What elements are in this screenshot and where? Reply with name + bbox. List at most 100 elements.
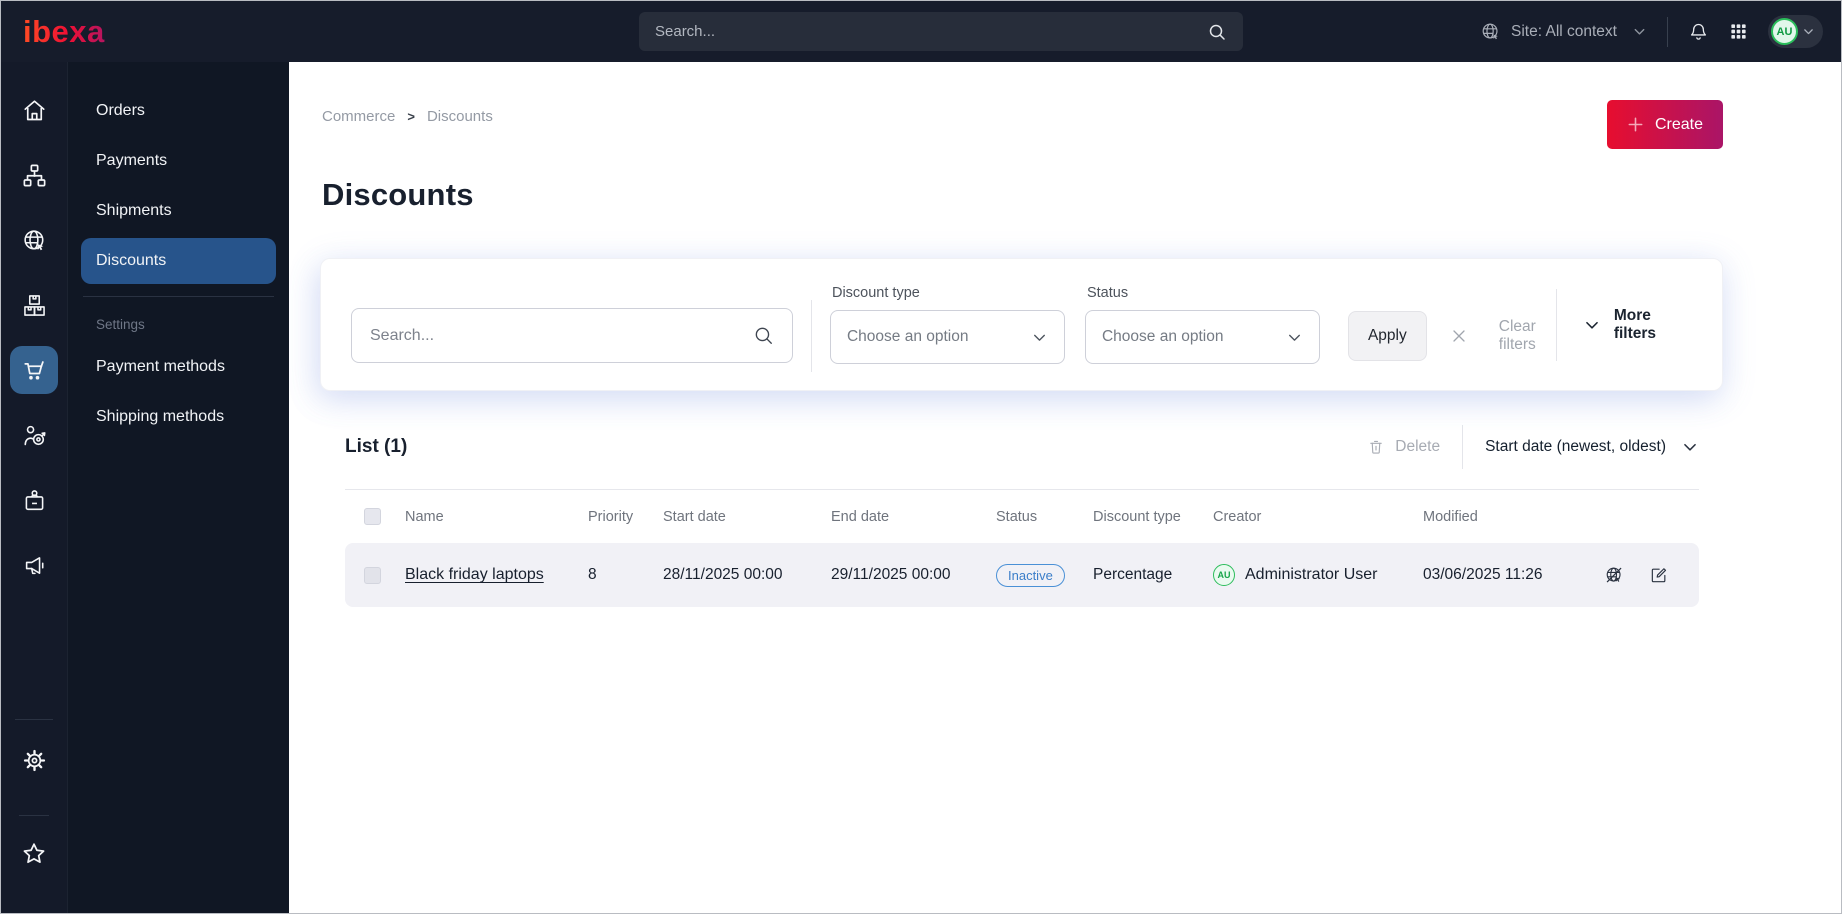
search-icon [1207,22,1227,42]
discounts-table: Name Priority Start date End date Status… [345,489,1699,607]
status-select[interactable]: Choose an option [1084,310,1320,364]
menu-divider [83,296,274,297]
apply-button[interactable]: Apply [1347,310,1427,361]
row-checkbox[interactable] [364,566,381,584]
column-status: Status [996,508,1038,525]
status-label: Status [1086,285,1129,301]
menu-item-discounts[interactable]: Discounts [81,238,276,284]
site-preview-disabled-icon[interactable] [1604,565,1625,586]
creator-name: Administrator User [1245,566,1378,583]
list-header: List (1) Delete Start date (newest, olde… [345,425,1699,469]
app-window: ibexa Search... Site: All context AU Ord… [0,0,1842,914]
rail-item-site[interactable] [10,216,58,264]
rail-item-commerce[interactable] [10,346,58,394]
column-end-date: End date [831,508,890,525]
site-context-selector[interactable]: Site: All context [1480,21,1647,43]
chevron-down-icon [1802,25,1815,38]
breadcrumb-separator: > [407,109,415,124]
edit-icon[interactable] [1649,565,1669,585]
chevron-down-icon [1632,24,1647,39]
marketing-megaphone-icon [21,552,48,579]
column-creator: Creator [1213,508,1262,525]
menu-section-label: Settings [96,317,145,332]
apps-grid-button[interactable] [1729,22,1748,41]
cell-modified: 03/06/2025 11:26 [1423,566,1543,583]
column-name: Name [405,508,444,525]
column-discount-type: Discount type [1093,508,1181,525]
rail-item-bookmarks[interactable] [10,830,58,878]
chevron-down-icon [1031,329,1048,346]
globe-cursor-icon [1480,21,1502,43]
discount-type-label: Discount type [831,285,920,301]
rail-item-dashboard[interactable] [10,86,58,134]
menu-item-shipping-methods[interactable]: Shipping methods [81,394,276,440]
close-icon [1451,328,1467,344]
filter-divider [810,299,812,372]
search-icon [753,325,774,346]
breadcrumb: Commerce > Discounts [322,100,493,125]
main-content: Commerce > Discounts Create Discounts Se… [289,62,1841,913]
global-search-input[interactable]: Search... [639,12,1243,51]
notifications-button[interactable] [1688,21,1709,42]
admin-badge-icon [21,487,48,514]
status-badge: Inactive [996,563,1065,587]
commerce-cart-icon [20,356,48,384]
rail-item-content[interactable] [10,151,58,199]
personalization-target-icon [21,422,48,449]
menu-item-orders[interactable]: Orders [81,88,276,134]
menu-item-shipments[interactable]: Shipments [81,188,276,234]
discount-type-select[interactable]: Choose an option [829,310,1065,364]
chevron-down-icon [1583,316,1601,334]
creator-avatar: AU [1213,564,1235,586]
page-title: Discounts [322,177,474,212]
more-filters-label: More filters [1613,306,1657,342]
ibexa-logo[interactable]: ibexa [23,16,105,47]
list-title: List (1) [345,436,408,457]
home-icon [21,97,48,124]
breadcrumb-discounts[interactable]: Discounts [427,108,493,125]
topbar-right: Site: All context AU [1480,15,1841,48]
delete-button[interactable]: Delete [1367,438,1440,456]
discount-name-link[interactable]: Black friday laptops [405,566,544,583]
settings-gear-icon [21,747,48,774]
menu-item-payment-methods[interactable]: Payment methods [81,344,276,390]
commerce-menu: Orders Payments Shipments Discounts Sett… [67,62,289,913]
sort-label: Start date (newest, oldest) [1485,438,1666,455]
bell-icon [1688,21,1709,42]
topbar: ibexa Search... Site: All context AU [1,1,1841,62]
site-context-label: Site: All context [1511,22,1617,40]
content-tree-icon [21,162,48,189]
menu-item-payments[interactable]: Payments [81,138,276,184]
breadcrumb-commerce[interactable]: Commerce [322,108,395,125]
rail-item-admin[interactable] [10,476,58,524]
more-filters-button[interactable]: More filters [1555,288,1696,361]
rail-item-products[interactable] [10,281,58,329]
column-start-date: Start date [663,508,726,525]
status-value: Choose an option [1101,328,1224,345]
topbar-divider [1667,16,1668,47]
bookmarks-star-icon [20,840,48,868]
select-all-checkbox[interactable] [364,508,381,525]
list-header-divider [1462,425,1464,469]
table-row: Black friday laptops 8 28/11/2025 00:00 … [345,543,1699,607]
cell-priority: 8 [588,566,597,583]
cell-end-date: 29/11/2025 00:00 [831,566,951,583]
table-header-row: Name Priority Start date End date Status… [345,489,1699,543]
cell-discount-type: Percentage [1093,566,1173,583]
user-menu[interactable]: AU [1768,15,1823,48]
clear-filters-button[interactable]: Clear filters [1451,318,1556,354]
clear-filters-label: Clear filters [1498,317,1536,353]
rail-item-marketing[interactable] [10,541,58,589]
rail-item-personalization[interactable] [10,411,58,459]
column-modified: Modified [1423,508,1478,525]
sort-select[interactable]: Start date (newest, oldest) [1485,438,1699,456]
create-button-label: Create [1654,115,1703,133]
create-button[interactable]: Create [1606,100,1723,149]
plus-icon [1627,116,1644,133]
filter-search-input[interactable]: Search... [351,308,793,363]
chevron-down-icon [1286,329,1303,346]
rail-item-settings[interactable] [10,736,58,784]
avatar: AU [1771,18,1798,45]
trash-icon [1367,438,1385,456]
cell-start-date: 28/11/2025 00:00 [663,566,783,583]
